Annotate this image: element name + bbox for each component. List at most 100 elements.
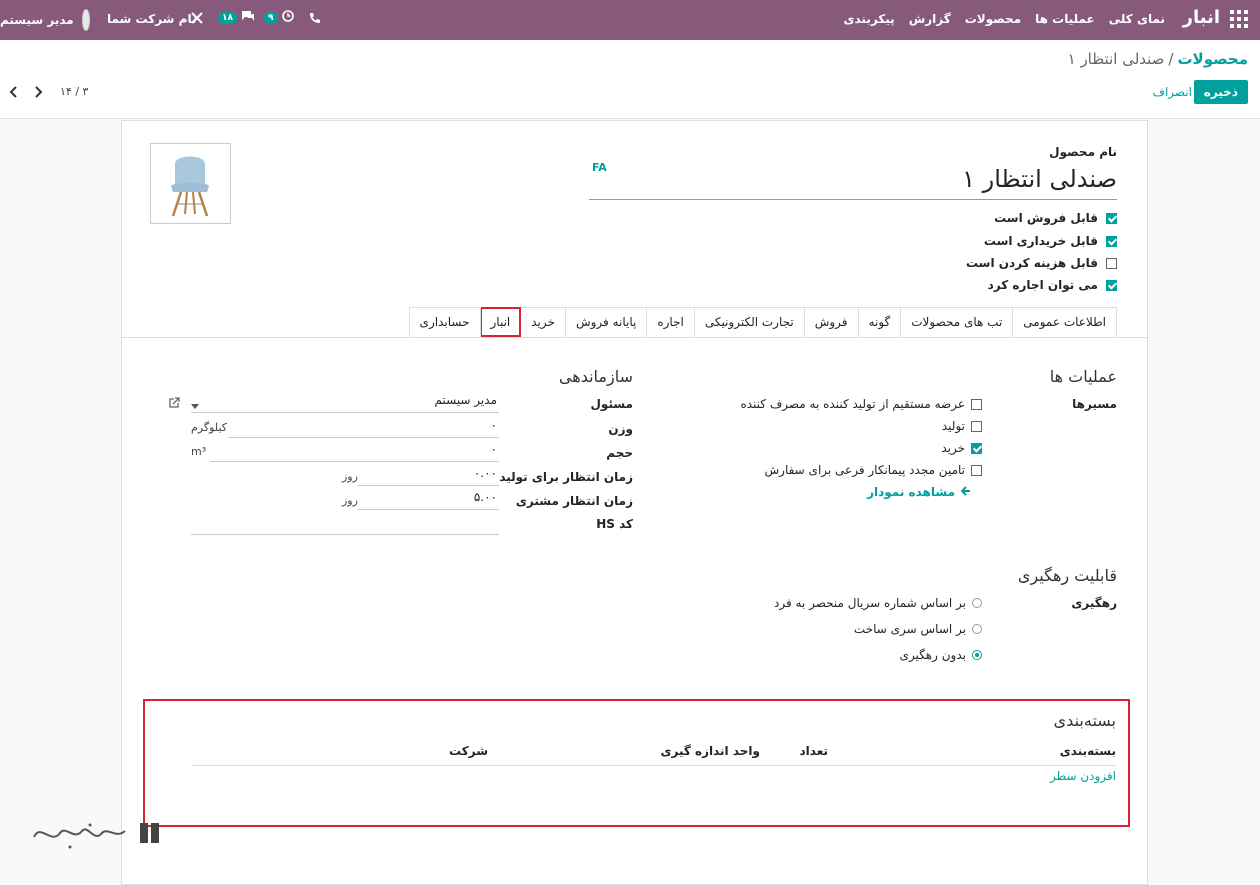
chat-icon [241, 10, 255, 25]
checkbox-checked-icon[interactable] [1106, 212, 1117, 224]
tracking-option-none[interactable]: بدون رهگیری [900, 648, 982, 662]
customer-lead-unit: روز [342, 494, 358, 507]
tab-sales[interactable]: فروش [803, 307, 859, 337]
apps-menu-icon[interactable] [1230, 10, 1248, 28]
messages-menu[interactable]: ۱۸ [218, 10, 255, 25]
weight-input[interactable]: ۰ [228, 418, 499, 438]
user-menu[interactable]: مدیر سیستم [0, 9, 90, 31]
checkbox-checked-icon[interactable] [971, 442, 982, 454]
menu-item-overview[interactable]: نمای کلی [1109, 12, 1165, 26]
tab-general-information[interactable]: اطلاعات عمومی [1012, 307, 1117, 337]
route-manufacture[interactable]: تولید [942, 419, 982, 433]
radio-unselected-icon[interactable] [972, 598, 982, 608]
messages-count-badge: ۱۸ [218, 11, 237, 24]
traceability-section-title: قابلیت رهگیری [1017, 566, 1117, 585]
external-link-icon[interactable] [168, 397, 180, 412]
tab-inventory[interactable]: انبار [479, 307, 522, 337]
breadcrumb-separator: / [1168, 50, 1174, 68]
tab-accounting[interactable]: حسابداری [408, 307, 481, 337]
menu-item-reporting[interactable]: گزارش [909, 12, 951, 26]
watermark-logo [30, 815, 165, 860]
operations-section-title: عملیات ها [1049, 367, 1117, 386]
phone-icon[interactable] [309, 12, 321, 27]
view-diagram-link[interactable]: مشاهده نمودار [867, 485, 971, 499]
weight-label: وزن [608, 422, 633, 436]
route-buy[interactable]: خرید [941, 441, 982, 455]
product-name-label: نام محصول [1049, 145, 1117, 159]
can-be-expensed-checkbox[interactable]: قابل هزینه کردن است [966, 256, 1117, 270]
checkbox-checked-icon[interactable] [1106, 279, 1117, 291]
packaging-section-title: بسته‌بندی [1053, 711, 1116, 730]
debug-tools-icon[interactable] [190, 11, 204, 28]
tracking-option-lot[interactable]: بر اساس سری ساخت [854, 622, 982, 636]
route-buy-label: خرید [941, 441, 965, 455]
app-brand[interactable]: انبار [1183, 7, 1220, 28]
checkbox-unchecked-icon[interactable] [1106, 257, 1117, 269]
menu-item-products[interactable]: محصولات [965, 12, 1021, 26]
add-line-link[interactable]: افزودن سطر [1050, 769, 1116, 783]
chevron-down-icon[interactable] [191, 399, 199, 413]
manufacturing-lead-input[interactable]: ۰.۰۰ [358, 466, 499, 486]
tab-rental[interactable]: اجاره [646, 307, 695, 337]
volume-input[interactable]: ۰ [210, 442, 499, 462]
volume-unit: m³ [191, 445, 207, 458]
volume-label: حجم [606, 446, 633, 460]
route-manufacture-label: تولید [941, 419, 965, 433]
top-navbar: انبار نمای کلی عملیات ها محصولات گزارش پ… [0, 0, 1260, 40]
activities-menu[interactable]: ۹ [264, 10, 294, 25]
packaging-section: بسته‌بندی بسته‌بندی تعداد واحد اندازه گی… [143, 699, 1130, 827]
checkbox-checked-icon[interactable] [1106, 235, 1117, 247]
product-name-field[interactable]: صندلی انتظار ۱ [589, 165, 1117, 200]
pager-next-icon[interactable] [32, 84, 44, 103]
clock-icon [281, 10, 294, 25]
tracking-option-serial[interactable]: بر اساس شماره سریال منحصر به فرد [774, 596, 982, 610]
column-unit-of-measure[interactable]: واحد اندازه گیری [660, 744, 760, 758]
column-company[interactable]: شرکت [449, 744, 488, 758]
can-be-sold-checkbox[interactable]: قابل فروش است [994, 211, 1117, 225]
weight-unit: کیلوگرم [191, 421, 227, 434]
responsible-value: مدیر سیستم [434, 393, 498, 407]
translate-button[interactable]: FA [592, 161, 607, 174]
tab-product-tabs[interactable]: تب های محصولات [900, 307, 1014, 337]
discard-button[interactable]: انصراف [1153, 85, 1192, 99]
tab-ecommerce[interactable]: تجارت الکترونیکی [693, 307, 805, 337]
main-menu: نمای کلی عملیات ها محصولات گزارش پیکربند… [844, 12, 1166, 26]
menu-item-operations[interactable]: عملیات ها [1035, 12, 1095, 26]
pager-value[interactable]: ۱۴ / ۳ [60, 85, 88, 98]
can-be-purchased-checkbox[interactable]: قابل خریداری است [984, 234, 1117, 248]
notebook-tabs: اطلاعات عمومی تب های محصولات گونه فروش ت… [408, 307, 1117, 337]
avatar [81, 9, 90, 31]
checkbox-unchecked-icon[interactable] [971, 398, 982, 410]
product-image[interactable] [150, 143, 231, 224]
breadcrumb-current: صندلی انتظار ۱ [1067, 50, 1165, 68]
route-dropship[interactable]: عرضه مستقیم از تولید کننده به مصرف کننده [740, 397, 982, 411]
tab-variants[interactable]: گونه [857, 307, 902, 337]
tracking-label: رهگیری [1071, 596, 1117, 610]
manufacturing-lead-label: زمان انتظار برای تولید [499, 470, 633, 484]
menu-item-configuration[interactable]: پیکربندی [844, 12, 895, 26]
breadcrumb-products-link[interactable]: محصولات [1177, 50, 1248, 68]
save-button[interactable]: ذخیره [1193, 80, 1248, 104]
customer-lead-input[interactable]: ۵.۰۰ [358, 490, 499, 510]
hs-code-input[interactable] [191, 515, 499, 535]
checkbox-unchecked-icon[interactable] [971, 420, 982, 432]
route-dropship-label: عرضه مستقیم از تولید کننده به مصرف کننده [740, 397, 965, 411]
tracking-none-label: بدون رهگیری [899, 648, 966, 662]
tab-purchase[interactable]: خرید [520, 307, 566, 337]
column-quantity[interactable]: تعداد [800, 744, 828, 758]
route-resupply-subcontractor-label: تامین مجدد پیمانکار فرعی برای سفارش [764, 463, 965, 477]
customer-lead-label: زمان انتظار مشتری [515, 494, 633, 508]
can-be-rented-label: می توان اجاره کرد [987, 278, 1098, 292]
route-resupply-subcontractor[interactable]: تامین مجدد پیمانکار فرعی برای سفارش [765, 463, 982, 477]
can-be-rented-checkbox[interactable]: می توان اجاره کرد [988, 278, 1117, 292]
breadcrumb: محصولات/صندلی انتظار ۱ [1068, 50, 1248, 68]
pager-previous-icon[interactable] [8, 84, 20, 103]
tab-point-of-sale[interactable]: پایانه فروش [564, 307, 648, 337]
column-packaging[interactable]: بسته‌بندی [1060, 744, 1116, 758]
company-switcher[interactable]: نام شرکت شما [107, 12, 196, 26]
radio-selected-icon[interactable] [972, 650, 982, 660]
checkbox-unchecked-icon[interactable] [971, 464, 982, 476]
radio-unselected-icon[interactable] [972, 624, 982, 634]
tabs-divider [122, 337, 1147, 338]
responsible-select[interactable]: مدیر سیستم [191, 393, 499, 413]
